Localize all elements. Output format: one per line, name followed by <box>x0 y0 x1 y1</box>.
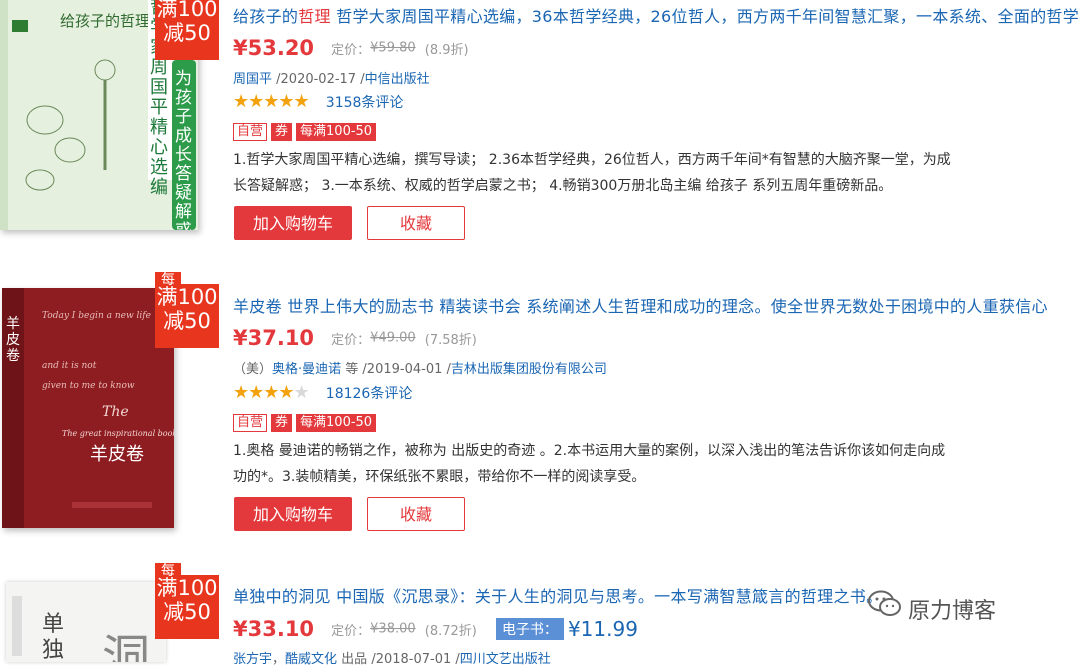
publisher-link[interactable]: 吉林出版集团股份有限公司 <box>451 362 607 377</box>
svg-text:and it is not: and it is not <box>42 361 97 371</box>
svg-text:given to me to know: given to me to know <box>42 381 135 391</box>
cover-char: 独 <box>42 638 65 662</box>
sale-price: ¥53.20 <box>233 36 315 60</box>
publisher-link[interactable]: 四川文艺出版社 <box>460 652 551 667</box>
rating-row: ★★★★★ 3158条评论 <box>233 91 403 112</box>
promo-tag[interactable]: 每满100-50 <box>296 122 377 141</box>
svg-text:Today I begin a new life: Today I begin a new life <box>42 311 151 321</box>
product-title-link[interactable]: 给孩子的哲理 哲学大家周国平精心选编，36本哲学经典，26位哲人，西方两千年间智… <box>233 3 1080 27</box>
cover-title: 给孩子的哲理 <box>60 12 150 30</box>
svg-text:The great inspirational book i: The great inspirational book in the worl… <box>62 429 174 438</box>
author-link[interactable]: 奥格·曼迪诺 <box>272 362 341 377</box>
price-row: ¥33.10 定价：¥38.00 (8.72折) 电子书： ¥11.99 <box>233 617 638 641</box>
product-description: 1.哲学大家周国平精心选编，撰写导读； 2.36本哲学经典，26位哲人，西方两千… <box>233 152 951 194</box>
ebook-tag[interactable]: 电子书： <box>495 618 564 640</box>
tag-row: 自营券每满100-50 <box>233 121 380 141</box>
promo-badge: 满100 减50 <box>155 0 219 60</box>
author-link[interactable]: 张方宇 <box>233 652 272 667</box>
wechat-watermark: 原力博客 <box>868 590 996 634</box>
svg-text:The: The <box>102 404 129 420</box>
discount: (7.58折) <box>424 332 477 348</box>
sale-price: ¥33.10 <box>233 617 315 641</box>
promo-badge: 每 满100 减50 <box>155 563 219 639</box>
watermark-text: 原力博客 <box>908 599 997 624</box>
self-operated-tag: 自营 <box>233 122 268 141</box>
book-meta: 张方宇，酷威文化 出品 /2018-07-01 /四川文艺出版社 <box>233 652 551 667</box>
book-meta: 周国平 /2020-02-17 /中信出版社 <box>233 72 430 87</box>
favorite-button[interactable]: 收藏 <box>367 497 465 531</box>
star-rating-icon: ★★★★★ <box>233 91 310 112</box>
discount: (8.72折) <box>424 623 477 639</box>
favorite-button[interactable]: 收藏 <box>367 206 465 240</box>
price-row: ¥53.20 定价：¥59.80 (8.9折) <box>233 36 469 60</box>
star-rating-icon: ★★★★★ <box>233 382 310 403</box>
product-description: 1.奥格 曼迪诺的畅销之作，被称为 出版史的奇迹 。2.本书运用大量的案例，以深… <box>233 443 946 485</box>
list-price: ¥49.00 <box>370 330 416 346</box>
cover-char: 洞 <box>102 630 151 662</box>
cover-vertical-text: 羊皮卷 <box>6 316 20 364</box>
price-row: ¥37.10 定价：¥49.00 (7.58折) <box>233 326 477 350</box>
product-title-link[interactable]: 羊皮卷 世界上伟大的励志书 精装读书会 系统阐述人生哲理和成功的理念。使全世界无… <box>233 293 1080 317</box>
sale-price: ¥37.10 <box>233 326 315 350</box>
tag-row: 自营券每满100-50 <box>233 412 380 432</box>
book-cover-art: Today I begin a new life and it is not g… <box>2 288 174 528</box>
wechat-icon <box>868 590 902 634</box>
book-cover[interactable]: Today I begin a new life and it is not g… <box>2 288 174 528</box>
list-price: ¥38.00 <box>370 621 416 637</box>
book-cover[interactable]: 单 独 洞 <box>6 582 166 662</box>
coupon-tag[interactable]: 券 <box>271 122 293 141</box>
promo-badge: 每 满100 减50 <box>155 272 219 348</box>
cover-vertical-text: 为孩子成长答疑解惑 <box>175 69 192 231</box>
review-count-link[interactable]: 3158条评论 <box>326 95 404 111</box>
add-to-cart-button[interactable]: 加入购物车 <box>234 497 352 531</box>
coupon-tag[interactable]: 券 <box>271 413 293 432</box>
ebook-price[interactable]: ¥11.99 <box>568 617 638 641</box>
add-to-cart-button[interactable]: 加入购物车 <box>234 206 352 240</box>
self-operated-tag: 自营 <box>233 413 268 432</box>
review-count-link[interactable]: 18126条评论 <box>326 386 413 402</box>
list-price: ¥59.80 <box>370 40 416 56</box>
promo-tag[interactable]: 每满100-50 <box>296 413 377 432</box>
publisher-link[interactable]: 中信出版社 <box>365 72 430 87</box>
author-link[interactable]: 周国平 <box>233 72 272 87</box>
rating-row: ★★★★★ 18126条评论 <box>233 382 412 403</box>
author-link[interactable]: 酷威文化 <box>285 652 337 667</box>
book-meta: （美）奥格·曼迪诺 等 /2019-04-01 /吉林出版集团股份有限公司 <box>233 362 607 377</box>
discount: (8.9折) <box>424 42 469 58</box>
cover-title: 羊皮卷 <box>90 444 144 465</box>
product-title-link[interactable]: 单独中的洞见 中国版《沉思录》：关于人生的洞见与思考。一本写满智慧箴言的哲理之书… <box>233 583 873 607</box>
